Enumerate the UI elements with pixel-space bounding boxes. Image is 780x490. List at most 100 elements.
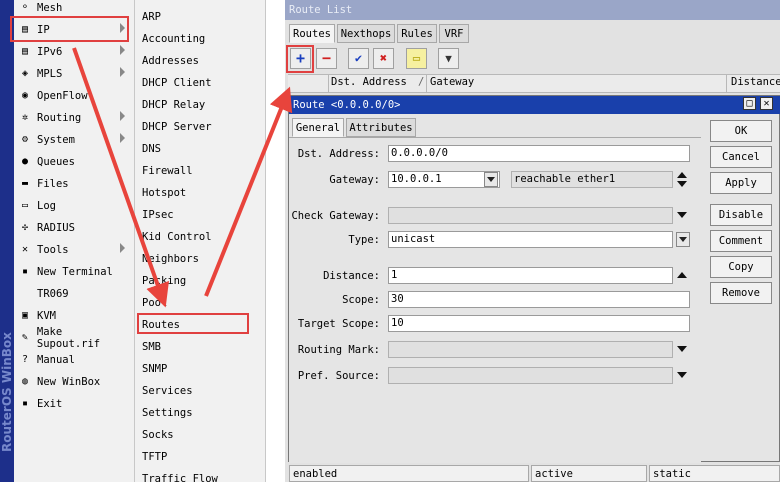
sidebar-item-queues[interactable]: ● Queues bbox=[14, 151, 131, 172]
sidebar-item-routing[interactable]: ✲ Routing bbox=[14, 107, 131, 128]
column-gateway[interactable]: Gateway bbox=[430, 76, 474, 88]
terminal-icon: ▪ bbox=[21, 265, 29, 277]
ip-submenu-item-smb[interactable]: SMB bbox=[142, 336, 161, 358]
type-dropdown-button[interactable] bbox=[676, 232, 690, 247]
target-scope-label: Target Scope: bbox=[297, 318, 380, 330]
ip-submenu-item-tftp[interactable]: TFTP bbox=[142, 446, 167, 468]
sidebar-item-new-terminal[interactable]: ▪ New Terminal bbox=[14, 261, 131, 282]
mpls-icon: ◈ bbox=[21, 67, 29, 79]
routing-mark-label: Routing Mark: bbox=[297, 344, 380, 356]
ip-submenu-item-settings[interactable]: Settings bbox=[142, 402, 193, 424]
target-scope-input[interactable]: 10 bbox=[388, 315, 690, 332]
ip-submenu-item-pool[interactable]: Pool bbox=[142, 292, 167, 314]
ip-submenu-item-snmp[interactable]: SNMP bbox=[142, 358, 167, 380]
filter-button[interactable]: ▼ bbox=[438, 48, 459, 69]
sidebar-item-exit[interactable]: ▪ Exit bbox=[14, 393, 131, 414]
copy-button[interactable]: Copy bbox=[710, 256, 772, 278]
pref-source-label: Pref. Source: bbox=[297, 370, 380, 382]
ip-submenu-item-ipsec[interactable]: IPsec bbox=[142, 204, 174, 226]
pref-source-select[interactable] bbox=[388, 367, 673, 384]
routing-mark-select[interactable] bbox=[388, 341, 673, 358]
sidebar-item-radius[interactable]: ✣ RADIUS bbox=[14, 217, 131, 238]
queues-icon: ● bbox=[21, 155, 29, 167]
sidebar-item-label: Exit bbox=[37, 397, 63, 410]
sidebar-item-tools[interactable]: ✕ Tools bbox=[14, 239, 131, 260]
ip-submenu-item-addresses[interactable]: Addresses bbox=[142, 50, 199, 72]
maximize-icon: □ bbox=[746, 98, 753, 109]
gateway-add-remove-arrows[interactable] bbox=[677, 172, 687, 188]
sidebar-item-label: Manual bbox=[37, 353, 75, 366]
ip-submenu-item-dns[interactable]: DNS bbox=[142, 138, 161, 160]
tab-general[interactable]: General bbox=[292, 118, 344, 137]
ip-submenu-item-packing[interactable]: Packing bbox=[142, 270, 186, 292]
pref-source-dropdown-icon[interactable] bbox=[677, 372, 687, 378]
remove-button[interactable]: Remove bbox=[710, 282, 772, 304]
sidebar-item-new-winbox[interactable]: ◍ New WinBox bbox=[14, 371, 131, 392]
close-dialog-button[interactable]: ✕ bbox=[760, 97, 773, 110]
apply-button[interactable]: Apply bbox=[710, 172, 772, 194]
cancel-button[interactable]: Cancel bbox=[710, 146, 772, 168]
tab-vrf[interactable]: VRF bbox=[439, 24, 469, 43]
disable-route-button[interactable]: ✖ bbox=[373, 48, 394, 69]
distance-label: Distance: bbox=[323, 270, 380, 282]
routing-mark-dropdown-icon[interactable] bbox=[677, 346, 687, 352]
ip-submenu-item-arp[interactable]: ARP bbox=[142, 6, 161, 28]
submenu-arrow-icon bbox=[120, 45, 125, 55]
tab-attributes[interactable]: Attributes bbox=[346, 118, 416, 137]
distance-input[interactable]: 1 bbox=[388, 267, 673, 284]
sidebar-item-ipv6[interactable]: ▤ IPv6 bbox=[14, 41, 131, 62]
sidebar-item-tr069[interactable]: TR069 bbox=[14, 283, 131, 304]
gateway-dropdown-button[interactable] bbox=[484, 172, 498, 187]
sidebar-item-label: New Terminal bbox=[37, 265, 113, 278]
route-dialog-title: Route <0.0.0.0/0> bbox=[289, 96, 780, 114]
ip-submenu-item-hotspot[interactable]: Hotspot bbox=[142, 182, 186, 204]
scope-label: Scope: bbox=[342, 294, 380, 306]
maximize-button[interactable]: □ bbox=[743, 97, 756, 110]
ip-submenu-item-firewall[interactable]: Firewall bbox=[142, 160, 193, 182]
check-gateway-select[interactable] bbox=[388, 207, 673, 224]
ok-button[interactable]: OK bbox=[710, 120, 772, 142]
enable-route-button[interactable]: ✔ bbox=[348, 48, 369, 69]
tab-nexthops[interactable]: Nexthops bbox=[337, 24, 395, 43]
kvm-icon: ▣ bbox=[21, 309, 29, 321]
sidebar-item-openflow[interactable]: ◉ OpenFlow bbox=[14, 85, 131, 106]
remove-route-button[interactable]: − bbox=[316, 48, 337, 69]
column-dst-address[interactable]: Dst. Address bbox=[331, 76, 407, 88]
ip-submenu-item-socks[interactable]: Socks bbox=[142, 424, 174, 446]
submenu-arrow-icon bbox=[120, 67, 125, 77]
status-static: static bbox=[649, 465, 780, 482]
distance-collapse-icon[interactable] bbox=[677, 272, 687, 278]
ip-submenu-item-services[interactable]: Services bbox=[142, 380, 193, 402]
sidebar-item-make-supout-rif[interactable]: ✎ Make Supout.rif bbox=[14, 326, 131, 350]
status-enabled: enabled bbox=[289, 465, 529, 482]
tab-routes[interactable]: Routes bbox=[289, 24, 335, 43]
sidebar-item-label: Mesh bbox=[37, 1, 63, 14]
ip-submenu-item-kid-control[interactable]: Kid Control bbox=[142, 226, 212, 248]
ip-submenu-item-dhcp-client[interactable]: DHCP Client bbox=[142, 72, 212, 94]
check-gateway-dropdown-icon[interactable] bbox=[677, 212, 687, 218]
sidebar-item-system[interactable]: ⚙ System bbox=[14, 129, 131, 150]
sidebar-item-mpls[interactable]: ◈ MPLS bbox=[14, 63, 131, 84]
comment-button[interactable]: ▭ bbox=[406, 48, 427, 69]
ip-submenu-item-accounting[interactable]: Accounting bbox=[142, 28, 205, 50]
sidebar-item-kvm[interactable]: ▣ KVM bbox=[14, 305, 131, 326]
dst-address-input[interactable]: 0.0.0.0/0 bbox=[388, 145, 690, 162]
ip-submenu-item-neighbors[interactable]: Neighbors bbox=[142, 248, 199, 270]
sidebar-item-log[interactable]: ▭ Log bbox=[14, 195, 131, 216]
radius-icon: ✣ bbox=[21, 221, 29, 233]
sidebar-item-manual[interactable]: ? Manual bbox=[14, 349, 131, 370]
disable-button[interactable]: Disable bbox=[710, 204, 772, 226]
log-icon: ▭ bbox=[21, 199, 29, 211]
tab-rules[interactable]: Rules bbox=[397, 24, 437, 43]
sidebar-item-label: Files bbox=[37, 177, 69, 190]
comment-dialog-button[interactable]: Comment bbox=[710, 230, 772, 252]
type-select[interactable]: unicast bbox=[388, 231, 673, 248]
ip-submenu-item-dhcp-relay[interactable]: DHCP Relay bbox=[142, 94, 205, 116]
column-sort-marker: / bbox=[418, 76, 425, 88]
ip-submenu-item-dhcp-server[interactable]: DHCP Server bbox=[142, 116, 212, 138]
scope-input[interactable]: 30 bbox=[388, 291, 690, 308]
submenu-arrow-icon bbox=[120, 243, 125, 253]
ip-submenu-item-traffic-flow[interactable]: Traffic Flow bbox=[142, 468, 218, 490]
column-distance[interactable]: Distance bbox=[731, 76, 780, 88]
sidebar-item-files[interactable]: ▬ Files bbox=[14, 173, 131, 194]
